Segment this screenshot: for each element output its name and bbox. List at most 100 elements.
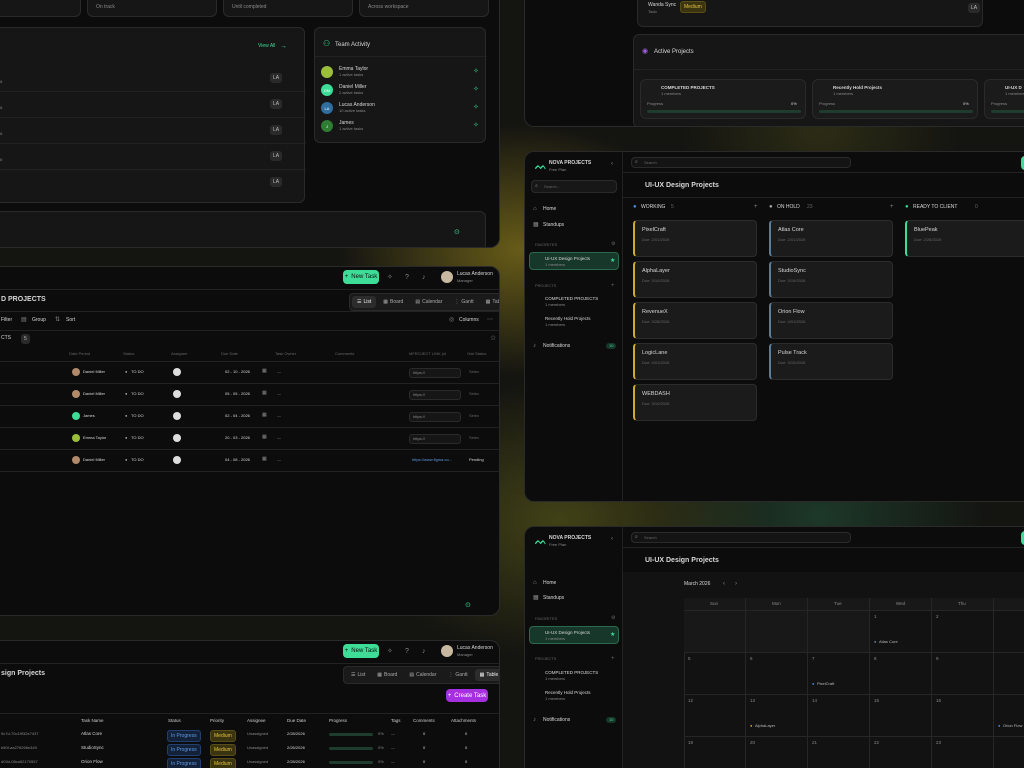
sidebar-item-home[interactable]: Home xyxy=(543,207,556,212)
sidebar-item-notifications[interactable]: Notifications xyxy=(543,344,570,349)
calendar-day[interactable] xyxy=(808,611,870,653)
sparkle-icon[interactable]: ✧ xyxy=(387,274,393,281)
next-month-icon[interactable]: › xyxy=(735,581,737,587)
project-link[interactable]: https://www.figma.co... xyxy=(409,456,461,464)
chevron-icon[interactable]: ‹ xyxy=(611,161,613,167)
board-card[interactable]: RevenueX Due: 3/28/2026 xyxy=(633,302,757,339)
calendar-day[interactable] xyxy=(684,611,746,653)
calendar-day[interactable] xyxy=(870,737,932,768)
calendar-icon[interactable]: ▦ xyxy=(262,435,267,440)
sidebar-project[interactable]: COMPLETED PROJECTS xyxy=(545,670,598,676)
board-card[interactable]: WEBDASH Due: 3/10/2026 xyxy=(633,384,757,421)
prev-month-icon[interactable]: ‹ xyxy=(723,581,725,587)
calendar-icon[interactable]: ▦ xyxy=(262,391,267,396)
row-extra[interactable]: Selec xyxy=(469,436,479,440)
assignee-avatar[interactable] xyxy=(173,456,181,464)
sidebar-item-standups[interactable]: Standups xyxy=(543,596,564,601)
help-icon[interactable]: ? xyxy=(405,648,409,655)
project-link[interactable]: https:// xyxy=(409,434,461,444)
project-link[interactable]: https:// xyxy=(409,390,461,400)
tab-calendar[interactable]: ▤ Calendar xyxy=(410,296,447,308)
tab-list[interactable]: ☰ List xyxy=(346,669,370,681)
status-text[interactable]: TO DO xyxy=(131,392,144,396)
calendar-day[interactable] xyxy=(746,611,808,653)
star-icon[interactable]: ★ xyxy=(610,258,615,264)
board-card[interactable]: Atlas Core Due: 2/01/2026 xyxy=(769,220,893,257)
calendar-day[interactable] xyxy=(932,611,994,653)
sidebar-project[interactable]: Recently Hold Projects xyxy=(545,316,591,322)
bell-icon[interactable]: ♪ xyxy=(422,648,426,655)
calendar-event[interactable]: Orion Flow xyxy=(1003,724,1022,728)
calendar-day[interactable] xyxy=(870,695,932,737)
search-bar[interactable]: ⌕ Search xyxy=(631,157,851,168)
star-icon[interactable]: ☆ xyxy=(490,335,496,342)
avatar[interactable] xyxy=(441,645,453,657)
star-icon[interactable]: ★ xyxy=(610,632,615,638)
calendar-day[interactable] xyxy=(684,653,746,695)
calendar-day[interactable] xyxy=(746,737,808,768)
assignee-avatar[interactable] xyxy=(173,390,181,398)
project-link[interactable]: https:// xyxy=(409,412,461,422)
activity-icon[interactable]: ✧ xyxy=(473,104,479,111)
row-extra[interactable]: Selec xyxy=(469,414,479,418)
settings-icon[interactable]: ⊙ xyxy=(465,602,471,609)
settings-icon[interactable]: ⚙ xyxy=(611,242,615,247)
add-icon[interactable]: + xyxy=(754,204,758,210)
avatar[interactable] xyxy=(441,271,453,283)
due-date[interactable]: 2/26/2026 xyxy=(287,746,305,750)
board-card[interactable]: Orion Flow Due: 4/01/2026 xyxy=(769,302,893,339)
settings-icon[interactable]: ⚙ xyxy=(611,616,615,621)
calendar-day[interactable] xyxy=(684,695,746,737)
calendar-icon[interactable]: ▦ xyxy=(262,457,267,462)
tab-list[interactable]: ☰ List xyxy=(352,296,377,308)
add-icon[interactable]: + xyxy=(890,204,894,210)
calendar-day[interactable] xyxy=(994,653,1024,695)
sidebar-item-notifications[interactable]: Notifications xyxy=(543,718,570,723)
project-card[interactable]: Recently Hold Projects 1 members Progress 0… xyxy=(812,79,978,119)
calendar-day[interactable] xyxy=(808,737,870,768)
priority-badge[interactable]: Medium xyxy=(210,730,236,742)
project-card[interactable]: UI-UX D1 members Progress xyxy=(984,79,1024,119)
assignee-avatar[interactable] xyxy=(173,434,181,442)
columns-button[interactable]: Columns xyxy=(459,318,479,323)
task-name[interactable]: StudioSync xyxy=(81,745,104,751)
project-link[interactable]: https:// xyxy=(409,368,461,378)
calendar-day[interactable] xyxy=(808,695,870,737)
calendar-day[interactable] xyxy=(746,653,808,695)
new-task-button[interactable]: + New Task xyxy=(343,644,379,658)
tab-gantt[interactable]: ⋮ Gantt xyxy=(443,669,472,681)
activity-icon[interactable]: ✧ xyxy=(473,68,479,75)
status-badge[interactable]: In Progress xyxy=(167,730,201,742)
due-date[interactable]: 2/28/2026 xyxy=(287,760,305,764)
assignee[interactable]: Unassigned xyxy=(247,732,268,736)
due-date[interactable]: 02 - 10 - 2026 xyxy=(225,370,250,374)
calendar-day[interactable] xyxy=(684,737,746,768)
tab-table[interactable]: ▦Table xyxy=(481,296,499,308)
help-icon[interactable]: ? xyxy=(405,274,409,281)
status-text[interactable]: TO DO xyxy=(131,458,144,462)
tab-calendar[interactable]: ▤ Calendar xyxy=(404,669,441,681)
status-text[interactable]: TO DO xyxy=(131,414,144,418)
calendar-day[interactable] xyxy=(932,737,994,768)
calendar-event[interactable]: AlphaLayer xyxy=(755,724,775,728)
board-card[interactable]: LogicLane Due: 4/01/2026 xyxy=(633,343,757,380)
status-text[interactable]: TO DO xyxy=(131,436,144,440)
activity-icon[interactable]: ✧ xyxy=(473,86,479,93)
calendar-icon[interactable]: ▦ xyxy=(262,413,267,418)
board-card[interactable]: BluePeak Due: 2/28/2026 xyxy=(905,220,1024,257)
tab-table[interactable]: ▦Table xyxy=(474,669,499,681)
sidebar-project[interactable]: COMPLETED PROJECTS xyxy=(545,296,598,302)
row-extra[interactable]: Pending xyxy=(469,458,484,462)
calendar-day[interactable] xyxy=(932,653,994,695)
task-item[interactable]: Wanda Sync Todo Medium LA xyxy=(637,0,983,27)
view-all-link[interactable]: View All xyxy=(258,44,275,49)
add-icon[interactable]: + xyxy=(611,656,615,662)
priority-badge[interactable]: Medium xyxy=(210,758,236,768)
create-task-button[interactable]: + Create Task xyxy=(446,689,488,702)
due-date[interactable]: 2/28/2026 xyxy=(287,732,305,736)
tab-board[interactable]: ▦ Board xyxy=(378,296,408,308)
assignee-avatar[interactable] xyxy=(173,412,181,420)
task-name[interactable]: Atlas Core xyxy=(81,731,102,737)
activity-icon[interactable]: ✧ xyxy=(473,122,479,129)
board-card[interactable]: AlphaLayer Due: 3/10/2026 xyxy=(633,261,757,298)
